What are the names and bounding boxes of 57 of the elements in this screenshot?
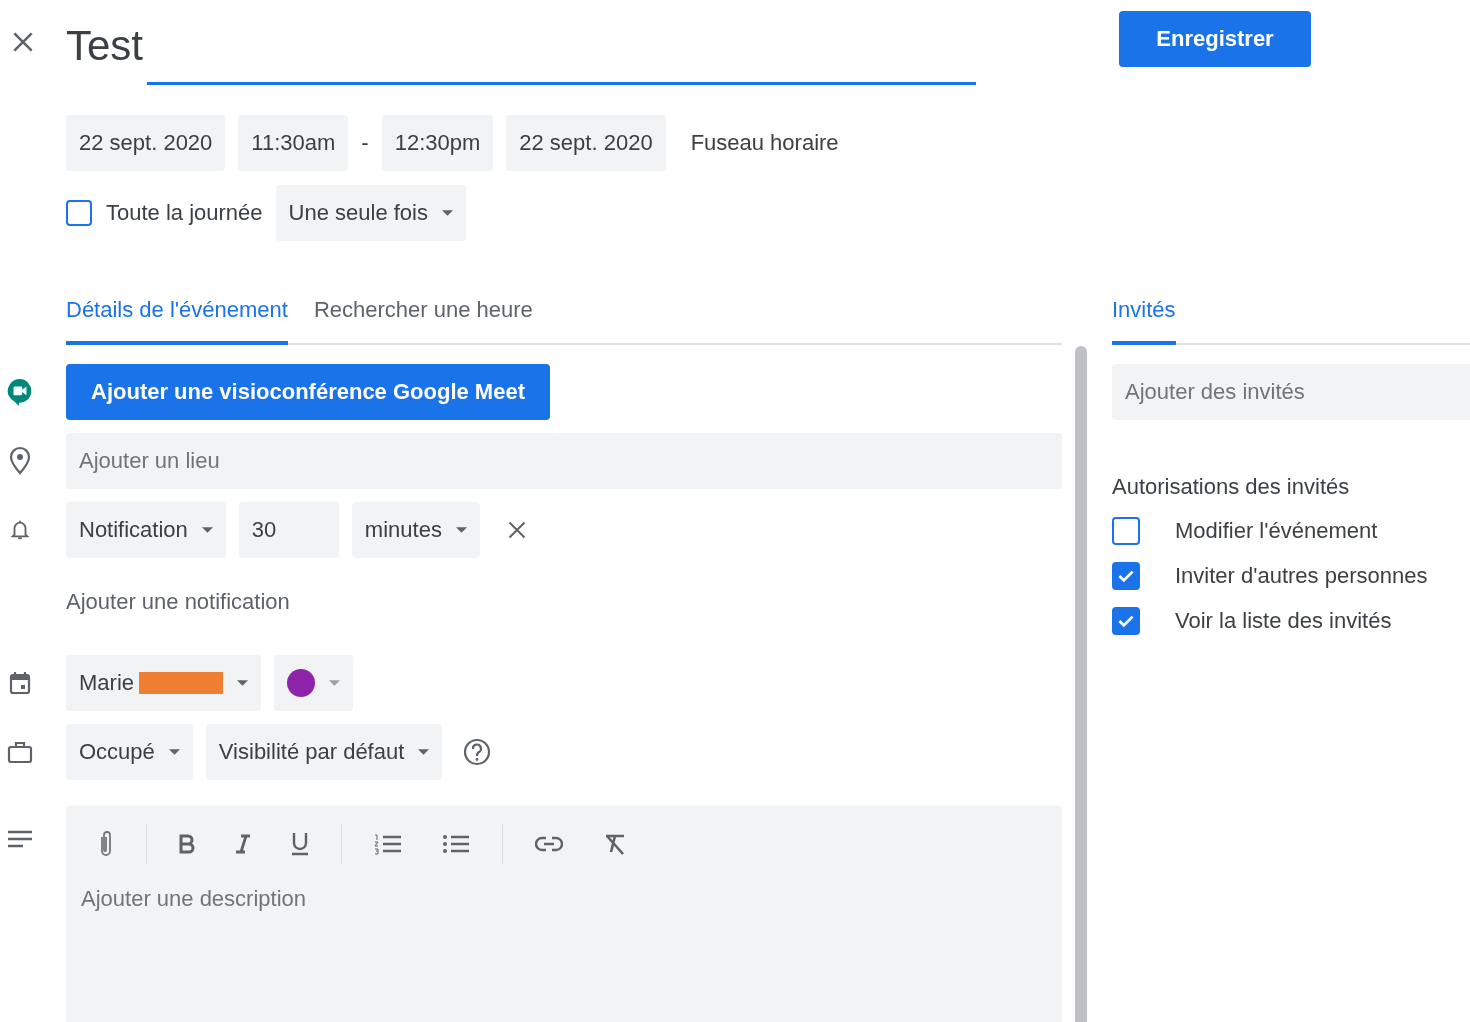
all-day-label: Toute la journée [106, 200, 263, 226]
permission-checkbox[interactable] [1112, 517, 1140, 545]
caret-icon [455, 527, 467, 533]
availability-dropdown[interactable]: Occupé [66, 724, 193, 780]
calendar-icon [8, 670, 32, 696]
underline-icon[interactable] [291, 832, 309, 856]
recurrence-dropdown[interactable]: Une seule fois [275, 185, 466, 241]
numbered-list-icon[interactable] [374, 833, 402, 855]
attachment-icon[interactable] [98, 829, 114, 859]
description-icon [7, 830, 33, 848]
calendar-dropdown[interactable]: Marie [66, 655, 261, 711]
visibility-dropdown[interactable]: Visibilité par défaut [205, 724, 443, 780]
time-separator: - [361, 130, 369, 156]
scrollbar[interactable] [1075, 346, 1087, 1022]
add-notification-link[interactable]: Ajouter une notification [66, 571, 290, 633]
permission-label: Modifier l'événement [1175, 518, 1378, 544]
all-day-checkbox[interactable] [66, 200, 92, 226]
clear-formatting-icon[interactable] [603, 832, 627, 856]
briefcase-icon [6, 740, 34, 764]
add-guests-field[interactable]: Ajouter des invités [1112, 364, 1470, 420]
description-field[interactable]: Ajouter une description [79, 884, 983, 948]
caret-icon [442, 210, 453, 216]
timezone-button[interactable]: Fuseau horaire [678, 130, 851, 156]
end-time-field[interactable]: 12:30pm [381, 115, 494, 171]
remove-icon[interactable] [506, 520, 527, 540]
permission-checkbox[interactable] [1112, 562, 1140, 590]
notification-value-field[interactable]: 30 [238, 502, 339, 558]
meet-button[interactable]: Ajouter une visioconférence Google Meet [66, 364, 550, 420]
caret-icon [237, 680, 248, 686]
italic-icon[interactable] [235, 834, 251, 854]
guests-tab[interactable]: Invités [1112, 291, 1176, 345]
bulleted-list-icon[interactable] [442, 833, 470, 855]
start-date-field[interactable]: 22 sept. 2020 [66, 115, 226, 171]
title-field[interactable]: Test [66, 16, 976, 76]
permission-label: Inviter d'autres personnes [1175, 563, 1428, 589]
location-field[interactable]: Ajouter un lieu [66, 433, 1062, 489]
bell-icon [9, 518, 31, 542]
permissions-title: Autorisations des invités [1112, 474, 1351, 500]
caret-icon [418, 749, 430, 755]
notification-unit-dropdown[interactable]: minutes [351, 502, 480, 558]
end-date-field[interactable]: 22 sept. 2020 [506, 115, 666, 171]
caret-icon [201, 527, 213, 533]
start-time-field[interactable]: 11:30am [238, 115, 349, 171]
tab[interactable]: Rechercher une heure [313, 291, 533, 345]
permission-label: Voir la liste des invités [1175, 608, 1392, 634]
video-chat-icon [7, 378, 33, 406]
notification-type-dropdown[interactable]: Notification [66, 502, 226, 558]
color-dropdown[interactable] [274, 655, 353, 711]
permission-checkbox[interactable] [1112, 607, 1140, 635]
location-pin-icon [8, 446, 32, 476]
link-icon[interactable] [535, 836, 563, 852]
help-icon[interactable] [463, 738, 492, 766]
tab[interactable]: Détails de l'événement [66, 291, 288, 345]
caret-icon [168, 749, 180, 755]
bold-icon[interactable] [179, 834, 195, 854]
save-button[interactable]: Enregistrer [1119, 11, 1311, 67]
caret-icon [329, 680, 340, 686]
